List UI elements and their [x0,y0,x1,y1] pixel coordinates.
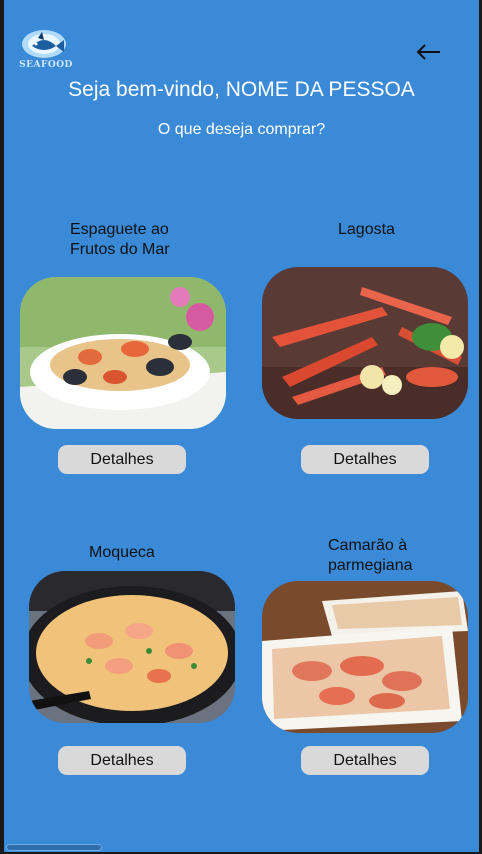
product-name-espaguete: Espaguete ao Frutos do Mar [70,220,170,260]
app-screen: SEAFOOD Seja bem-vindo, NOME DA PESSOA O… [4,0,479,852]
details-button-camarao[interactable]: Detalhes [301,746,429,775]
logo-text: SEAFOOD [19,60,73,70]
product-image-lagosta[interactable] [262,267,468,419]
horizontal-scrollbar[interactable] [6,844,102,851]
product-name-lagosta: Lagosta [338,220,395,240]
product-name-line: Lagosta [338,221,395,238]
welcome-subtitle: O que deseja comprar? [157,121,326,138]
welcome-title: Seja bem-vindo, NOME DA PESSOA [68,78,415,101]
product-name-camarao: Camarão à parmegiana [328,536,413,576]
details-button-lagosta[interactable]: Detalhes [301,445,429,474]
product-name-moqueca: Moqueca [89,543,155,563]
seafood-logo: SEAFOOD [14,26,78,76]
product-name-line: Frutos do Mar [70,241,170,258]
arrow-left-icon [416,44,440,60]
details-button-espaguete[interactable]: Detalhes [58,445,186,474]
product-name-line: Espaguete ao [70,221,169,238]
back-button[interactable] [412,38,444,66]
product-image-moqueca[interactable] [29,571,235,723]
product-name-line: parmegiana [328,557,413,574]
product-name-line: Moqueca [89,544,155,561]
details-button-moqueca[interactable]: Detalhes [58,746,186,775]
product-name-line: Camarão à [328,537,408,554]
product-image-camarao[interactable] [262,581,468,733]
product-image-espaguete[interactable] [20,277,226,429]
